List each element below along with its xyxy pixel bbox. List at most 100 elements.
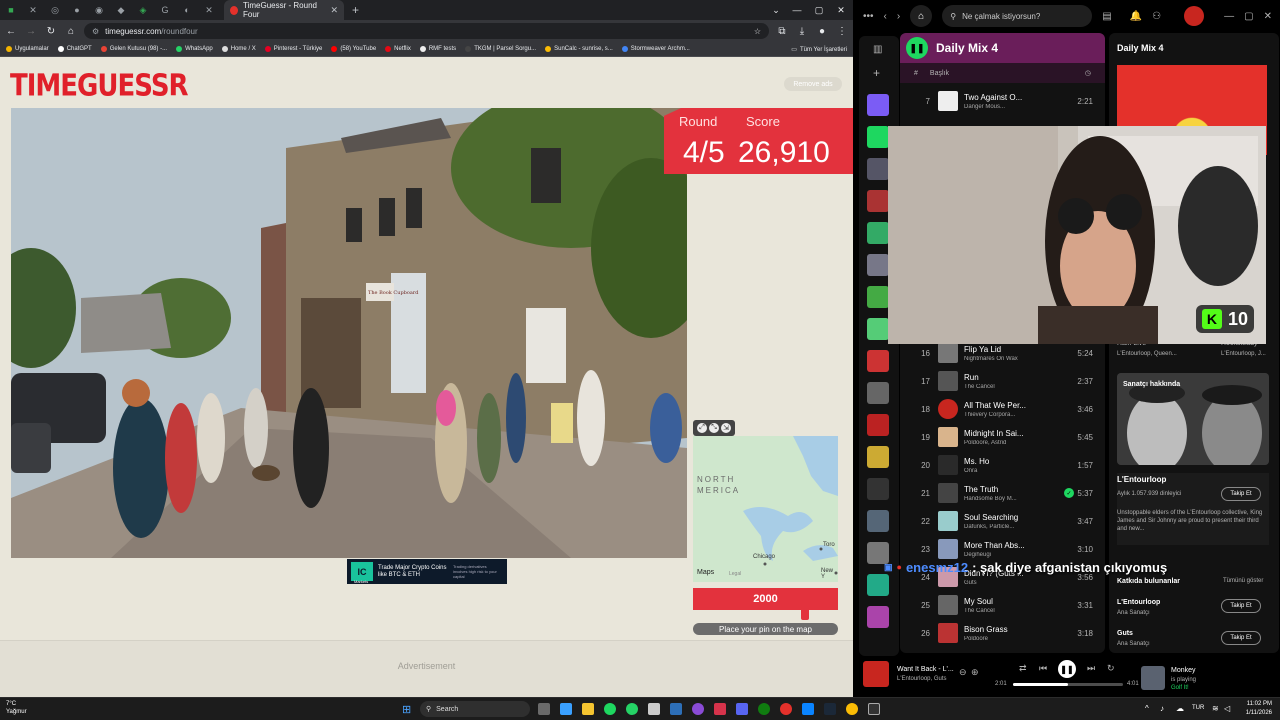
add-icon[interactable]: + bbox=[873, 66, 880, 80]
artist-name[interactable]: L'Entourloop bbox=[1117, 475, 1166, 484]
bell-icon[interactable]: 🔔 bbox=[1130, 11, 1142, 22]
bookmark-item[interactable]: Gelen Kutusu (98) -... bbox=[100, 46, 167, 52]
reload-icon[interactable]: ↻ bbox=[44, 26, 58, 37]
library-item[interactable] bbox=[867, 574, 889, 596]
track-row[interactable]: 18 All That We Per... Thievery Corpora...… bbox=[900, 395, 1105, 423]
guess-map[interactable]: NORTH MERICA Chicago Toro New Y Maps Leg… bbox=[693, 436, 838, 582]
chrome-taskbar-icon[interactable] bbox=[846, 703, 858, 715]
close-icon[interactable]: ✕ bbox=[1264, 11, 1272, 22]
task-view-icon[interactable] bbox=[538, 703, 550, 715]
track-row[interactable]: 19 Midnight In Sai... Poldoore, Astrid 5:… bbox=[900, 423, 1105, 451]
file-explorer-icon[interactable] bbox=[582, 703, 594, 715]
minimize-icon[interactable]: — bbox=[1224, 11, 1234, 22]
repeat-icon[interactable]: ↻ bbox=[1107, 663, 1115, 674]
maximize-icon[interactable]: ▢ bbox=[1244, 11, 1253, 22]
library-item[interactable] bbox=[867, 606, 889, 628]
friend-activity[interactable]: Monkey is playing Golf It! bbox=[1141, 664, 1276, 694]
bookmark-item[interactable]: (58) YouTube bbox=[331, 46, 376, 52]
forward-icon[interactable]: → bbox=[24, 26, 38, 37]
microphone-icon[interactable]: ♪ bbox=[1160, 704, 1164, 713]
timeguessr-logo[interactable]: TIMEGUESSR bbox=[10, 69, 189, 104]
now-playing-thumb[interactable] bbox=[863, 661, 889, 687]
discord-tab-icon[interactable]: ◉ bbox=[88, 0, 110, 20]
extensions-icon[interactable]: ⧉ bbox=[775, 26, 789, 37]
library-item[interactable] bbox=[867, 350, 889, 372]
track-row[interactable]: 20 Ms. Ho Onra 1:57 bbox=[900, 451, 1105, 479]
track-row[interactable]: 26 Bison Grass Poldoore 3:18 bbox=[900, 619, 1105, 647]
bookmark-item[interactable]: Stormweaver Archm... bbox=[621, 46, 690, 52]
bookmark-star-icon[interactable]: ☆ bbox=[754, 27, 761, 36]
close-window-icon[interactable]: ✕ bbox=[830, 0, 852, 20]
spotify-taskbar-icon[interactable] bbox=[604, 703, 616, 715]
pin-map-icon[interactable]: ⇲ bbox=[721, 423, 731, 433]
pause-button[interactable]: ❚❚ bbox=[1058, 660, 1076, 678]
whatsapp-taskbar-icon[interactable] bbox=[626, 703, 638, 715]
xbox-taskbar-icon[interactable] bbox=[758, 703, 770, 715]
bookmark-item[interactable]: RMF tests bbox=[419, 46, 456, 52]
site-info-icon[interactable]: ⚙ bbox=[92, 27, 99, 36]
app-taskbar-icon[interactable] bbox=[714, 703, 726, 715]
address-bar[interactable]: ⚙ timeguessr.com/roundfour ☆ bbox=[84, 23, 769, 39]
app-taskbar-icon[interactable] bbox=[692, 703, 704, 715]
new-tab-icon[interactable]: + bbox=[352, 3, 359, 17]
app-taskbar-icon[interactable] bbox=[780, 703, 792, 715]
follow-button[interactable]: Takip Et bbox=[1221, 599, 1261, 613]
search-input[interactable]: ⚲ Ne çalmak istiyorsun? bbox=[942, 5, 1093, 27]
steam-taskbar-icon[interactable] bbox=[824, 703, 836, 715]
app-taskbar-icon[interactable] bbox=[868, 703, 880, 715]
minimize-icon[interactable]: — bbox=[786, 0, 808, 20]
library-item[interactable] bbox=[867, 382, 889, 404]
progress-bar[interactable] bbox=[1013, 683, 1123, 686]
expand-map-icon[interactable]: ⤢ bbox=[697, 423, 707, 433]
chevron-up-icon[interactable]: ^ bbox=[1145, 704, 1149, 713]
track-row[interactable]: 21 The Truth Handsome Boy M... ✓ 5:37 bbox=[900, 479, 1105, 507]
artist-photo[interactable]: Sanatçı hakkında bbox=[1117, 373, 1269, 465]
track-row[interactable]: 22 Soul Searching Dafunks, Particle... 3:… bbox=[900, 507, 1105, 535]
library-item[interactable] bbox=[867, 190, 889, 212]
library-icon[interactable]: ▥ bbox=[873, 44, 882, 55]
track-row[interactable]: 25 My Soul The Cancel 3:31 bbox=[900, 591, 1105, 619]
wifi-icon[interactable]: ≋ bbox=[1212, 704, 1219, 713]
shuffle-icon[interactable]: ⇄ bbox=[1019, 663, 1027, 674]
bookmark-item[interactable]: SunCalc - sunrise, s... bbox=[545, 46, 613, 52]
next-icon[interactable]: ⏭ bbox=[1087, 663, 1095, 674]
remove-icon[interactable]: ⊖ bbox=[959, 667, 967, 678]
close-tab-icon[interactable]: ✕ bbox=[330, 5, 338, 16]
clock[interactable]: 11:02 PM 1/11/2026 bbox=[1246, 700, 1272, 718]
app-taskbar-icon[interactable] bbox=[648, 703, 660, 715]
library-item[interactable] bbox=[867, 286, 889, 308]
follow-button[interactable]: Takip Et bbox=[1221, 487, 1261, 501]
library-item[interactable] bbox=[867, 446, 889, 468]
round-photo[interactable]: The Book Cupboard bbox=[11, 108, 687, 558]
show-all-link[interactable]: Tümünü göster bbox=[1223, 578, 1263, 584]
app-taskbar-icon[interactable] bbox=[802, 703, 814, 715]
pause-icon[interactable]: ❚❚ bbox=[906, 37, 928, 59]
back-icon[interactable]: ← bbox=[4, 26, 18, 37]
bookmark-item[interactable]: ChatGPT bbox=[57, 46, 92, 52]
library-item[interactable] bbox=[867, 158, 889, 180]
saved-check-icon[interactable]: ✓ bbox=[1064, 488, 1074, 498]
volume-icon[interactable]: ◁ bbox=[1224, 704, 1230, 713]
forward-icon[interactable]: › bbox=[897, 11, 900, 22]
start-icon[interactable]: ⊞ bbox=[402, 703, 411, 716]
maximize-icon[interactable]: ▢ bbox=[808, 0, 830, 20]
taskbar-search[interactable]: ⚲ Search bbox=[420, 701, 530, 717]
map-legal-link[interactable]: Legal bbox=[729, 571, 741, 577]
follow-button[interactable]: Takip Et bbox=[1221, 631, 1261, 645]
track-row[interactable]: 17 Run The Cancel 2:37 bbox=[900, 367, 1105, 395]
library-item[interactable] bbox=[867, 478, 889, 500]
friends-icon[interactable]: ⚇ bbox=[1152, 11, 1161, 22]
library-item[interactable] bbox=[867, 510, 889, 532]
ad-banner[interactable]: IC Trade Major Crypto Coins like BTC & E… bbox=[347, 559, 507, 584]
library-item[interactable] bbox=[867, 318, 889, 340]
google-tab-icon[interactable]: G bbox=[154, 0, 176, 20]
avatar[interactable] bbox=[1184, 6, 1204, 26]
bookmark-item[interactable]: Home / X bbox=[221, 46, 256, 52]
add-to-playlist-icon[interactable]: ⊕ bbox=[971, 667, 979, 678]
library-item[interactable] bbox=[867, 126, 889, 148]
bookmark-item[interactable]: Uygulamalar bbox=[6, 46, 49, 52]
browse-icon[interactable]: ▤ bbox=[1102, 11, 1111, 22]
tab-timeguessr[interactable]: TimeGuessr - Round Four ✕ bbox=[224, 0, 344, 20]
app-tab-icon[interactable]: ◆ bbox=[110, 0, 132, 20]
bookmark-item[interactable]: Netflix bbox=[385, 46, 411, 52]
